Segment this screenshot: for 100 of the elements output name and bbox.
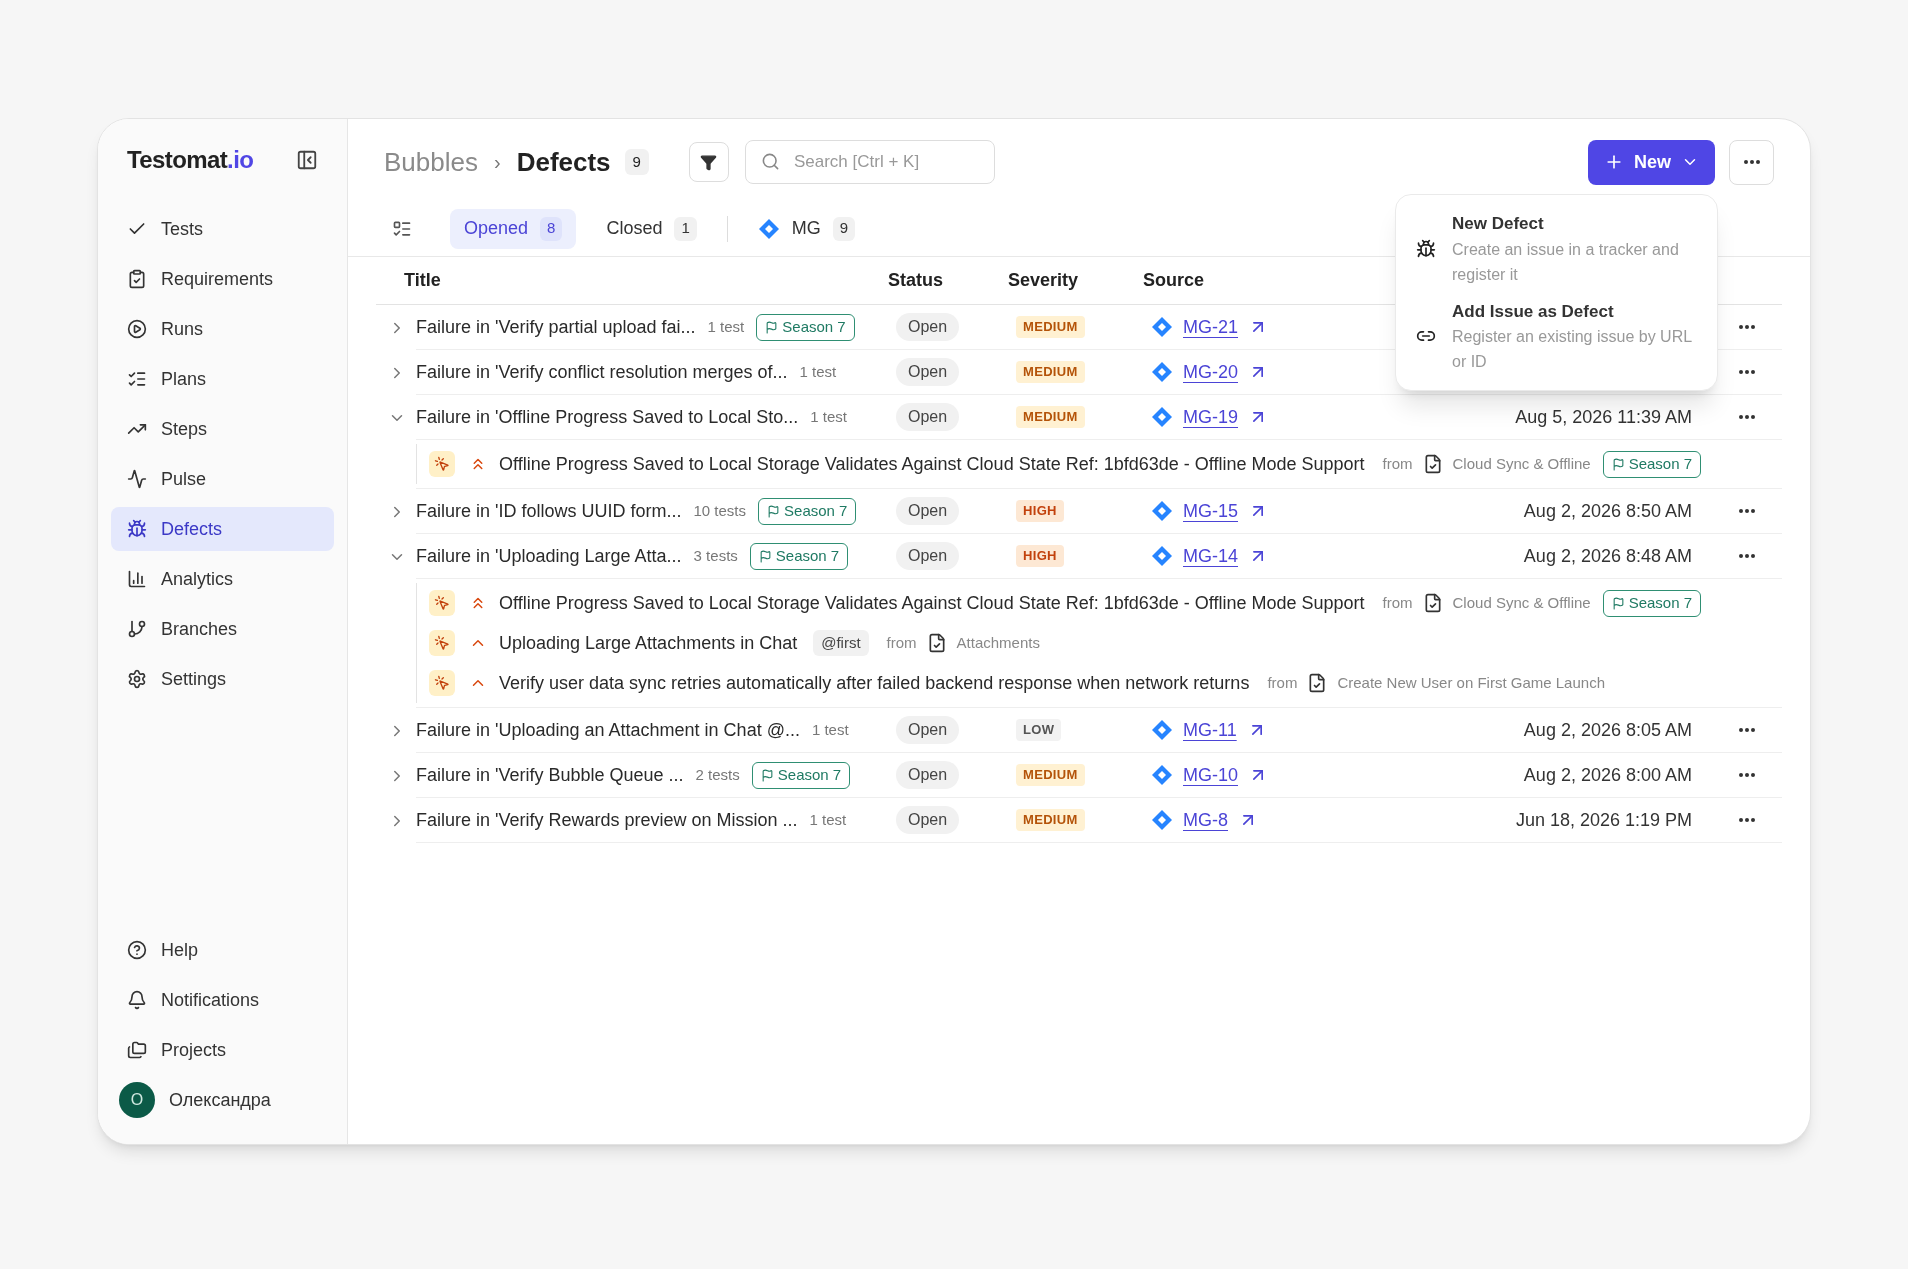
- sidebar-item[interactable]: Runs: [111, 307, 334, 351]
- test-label: @first: [813, 630, 869, 656]
- issue-link[interactable]: MG-19: [1183, 403, 1238, 431]
- filter-button[interactable]: [688, 142, 729, 182]
- diamond-logo-icon: [1151, 361, 1173, 383]
- sidebar-item[interactable]: Analytics: [111, 557, 334, 601]
- sidebar-item[interactable]: Defects: [111, 507, 334, 551]
- cursor-click-icon: [429, 590, 455, 616]
- sidebar-item[interactable]: Branches: [111, 607, 334, 651]
- test-count: 10 tests: [693, 500, 747, 521]
- defect-title[interactable]: Failure in 'Verify partial upload fai...: [416, 313, 696, 341]
- filter-icon: [700, 153, 718, 171]
- sidebar-item[interactable]: Projects: [111, 1028, 334, 1072]
- menu-item-description: Create an issue in a tracker and register it: [1452, 239, 1680, 285]
- defect-title[interactable]: Failure in 'Verify conflict resolution merges of...: [416, 358, 788, 386]
- severity-badge: MEDIUM: [1016, 316, 1085, 338]
- test-title[interactable]: Verify user data sync retries automatically after failed backend response when network returns: [499, 669, 1250, 697]
- count-badge: 9: [624, 149, 649, 175]
- settings-icon: [127, 669, 147, 689]
- row-menu-icon[interactable]: [1739, 728, 1755, 732]
- list-check-icon: [127, 369, 147, 389]
- row-menu-icon[interactable]: [1739, 554, 1755, 558]
- sidebar-toggle-icon[interactable]: [296, 149, 318, 171]
- suite-name[interactable]: Cloud Sync & Offline: [1452, 591, 1591, 615]
- column-header: Source: [1143, 269, 1205, 292]
- from-text: from: [886, 632, 917, 653]
- severity-badge: HIGH: [1016, 545, 1064, 567]
- column-header: Severity: [1008, 269, 1079, 292]
- search-field[interactable]: Search [Ctrl + K]: [744, 140, 995, 184]
- row-menu-icon[interactable]: [1739, 370, 1755, 374]
- row-menu-icon[interactable]: [1739, 818, 1755, 822]
- sidebar-item[interactable]: Settings: [111, 657, 334, 701]
- flag-icon: [758, 549, 772, 563]
- cursor-click-icon: [429, 451, 455, 477]
- test-title[interactable]: Offline Progress Saved to Local Storage Validates Against Cloud State Ref: 1bfd63de - Offline Mode Support: [499, 450, 1365, 478]
- new-button[interactable]: New: [1588, 139, 1715, 185]
- row-menu-icon[interactable]: [1739, 415, 1755, 419]
- search-icon: [760, 152, 780, 171]
- defect-title[interactable]: Failure in 'Uploading Large Atta...: [416, 542, 682, 570]
- page-title: Defects: [516, 145, 611, 179]
- user-avatar[interactable]: О: [119, 1082, 155, 1118]
- user-name[interactable]: Олександра: [169, 1086, 271, 1114]
- season-tag: Season 7: [1602, 450, 1702, 478]
- breadcrumb-separator: ›: [493, 150, 501, 175]
- issue-link[interactable]: MG-21: [1183, 313, 1238, 341]
- sidebar-item[interactable]: Help: [111, 928, 334, 972]
- from-text: from: [1382, 592, 1413, 613]
- suite-name[interactable]: Create New User on First Game Launch: [1337, 671, 1605, 695]
- season-tag: Season 7: [751, 761, 851, 789]
- issue-link[interactable]: MG-15: [1183, 497, 1238, 525]
- issue-link[interactable]: MG-11: [1183, 716, 1237, 744]
- sidebar-item[interactable]: Tests: [111, 207, 334, 251]
- defect-title[interactable]: Failure in 'Uploading an Attachment in Chat @...: [416, 716, 800, 744]
- filter-tab[interactable]: Closed 1: [592, 208, 711, 249]
- filter-tab[interactable]: Opened 8: [450, 208, 577, 249]
- folders-icon: [127, 1040, 147, 1060]
- status-pill: Open: [896, 716, 960, 744]
- menu-item-title: New Defect: [1452, 213, 1545, 235]
- defect-title[interactable]: Failure in 'Verify Rewards preview on Mission ...: [416, 806, 798, 834]
- sidebar-item[interactable]: Pulse: [111, 457, 334, 501]
- diamond-logo-icon: [1151, 809, 1173, 831]
- diamond-logo-icon: [1151, 316, 1173, 338]
- diamond-logo-icon: [1151, 500, 1173, 522]
- flag-icon: [1611, 457, 1625, 471]
- test-count: 1 test: [809, 809, 847, 830]
- sidebar-item[interactable]: Steps: [111, 407, 334, 451]
- defect-title[interactable]: Failure in 'Offline Progress Saved to Local Sto...: [416, 403, 799, 431]
- issue-link[interactable]: MG-20: [1183, 358, 1238, 386]
- menu-item[interactable]: Add Issue as Defect Register an existing issue by URL or ID: [1396, 294, 1717, 378]
- bug-icon: [127, 519, 147, 539]
- season-tag: Season 7: [749, 542, 849, 570]
- suite-name[interactable]: Cloud Sync & Offline: [1452, 452, 1591, 476]
- row-menu-icon[interactable]: [1739, 509, 1755, 513]
- row-menu-icon[interactable]: [1739, 773, 1755, 777]
- defect-title[interactable]: Failure in 'Verify Bubble Queue ...: [416, 761, 684, 789]
- file-check-icon: [1307, 673, 1328, 693]
- filter-tab[interactable]: MG 9: [743, 208, 870, 249]
- menu-item[interactable]: New Defect Create an issue in a tracker and register it: [1396, 207, 1717, 291]
- sidebar-item[interactable]: Requirements: [111, 257, 334, 301]
- column-header: Title: [404, 269, 441, 292]
- sidebar-item[interactable]: Plans: [111, 357, 334, 401]
- branch-icon: [127, 619, 147, 639]
- issue-link[interactable]: MG-14: [1183, 542, 1238, 570]
- test-title[interactable]: Uploading Large Attachments in Chat: [499, 629, 798, 657]
- severity-badge: MEDIUM: [1016, 764, 1085, 786]
- diamond-logo-icon: [1151, 719, 1173, 741]
- from-text: from: [1267, 672, 1298, 693]
- bell-icon: [127, 990, 147, 1010]
- test-count: 1 test: [810, 406, 847, 427]
- issue-link[interactable]: MG-8: [1183, 806, 1228, 834]
- menu-item-title: Add Issue as Defect: [1452, 300, 1615, 323]
- defect-title[interactable]: Failure in 'ID follows UUID form...: [416, 497, 682, 525]
- from-text: from: [1382, 453, 1413, 474]
- logo: Testomat.io: [127, 145, 254, 175]
- suite-name[interactable]: Attachments: [956, 631, 1040, 655]
- row-menu-icon[interactable]: [1739, 325, 1755, 329]
- issue-link[interactable]: MG-10: [1183, 761, 1238, 789]
- sidebar-item[interactable]: Notifications: [111, 978, 334, 1022]
- test-title[interactable]: Offline Progress Saved to Local Storage Validates Against Cloud State Ref: 1bfd63de - Offline Mode Support: [499, 589, 1365, 617]
- flag-icon: [1611, 596, 1625, 610]
